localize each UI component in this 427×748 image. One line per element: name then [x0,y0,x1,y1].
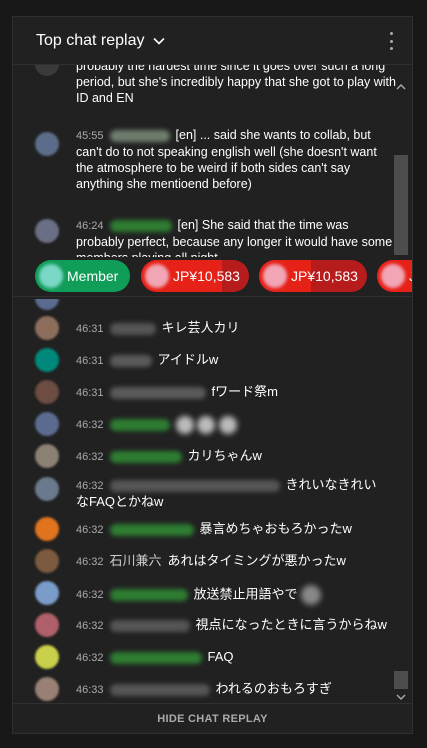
timestamp: 46:33 [76,684,104,696]
avatar [35,645,59,669]
avatar [145,264,169,288]
blurred-author [109,386,206,399]
ticker-member-chip[interactable]: Member [35,260,130,292]
chip-label: Member [67,268,119,284]
timestamp: 46:32 [76,556,104,568]
avatar [35,316,59,340]
blurred-author [109,589,188,601]
avatar [35,549,59,573]
timestamp: 46:32 [76,652,104,664]
timestamp: 46:24 [76,220,104,232]
blurred-author [109,129,170,142]
timestamp: 46:32 [76,589,104,602]
avatar [35,444,59,468]
chat-mode-title[interactable]: Top chat replay [36,32,145,50]
message-text: 視点になったときに言うからねw [195,617,387,632]
avatar [35,581,59,605]
avatar [35,477,59,501]
emoji-icon [175,416,194,434]
chat-message-list: 46:31 キレ芸人カリ 46:31 アイドルw 46:31 fワード祭m 46:32… [13,299,412,705]
timestamp: 46:32 [76,419,104,432]
ticker-paid-chip[interactable]: JP¥10,583 [141,260,249,292]
timestamp: 46:32 [76,524,104,536]
avatar [35,299,59,310]
chip-label: J [409,268,412,284]
timestamp: 46:32 [76,480,104,492]
blurred-author [109,651,202,664]
avatar [35,348,59,372]
message-text: キレ芸人カリ [161,320,240,335]
blurred-author [109,354,152,367]
avatar [35,412,59,436]
avatar [35,132,59,156]
blurred-author [109,523,194,536]
blurred-author [109,219,172,232]
more-vert-icon[interactable] [388,32,394,50]
blurred-author [109,322,156,335]
emoji-icon [197,416,216,434]
message-text: われるのおもろすぎ [215,681,332,696]
message-body: 45:55 [en] ... said she wants to collab, … [76,127,397,192]
chat-footer: HIDE CHAT REPLAY [13,703,412,733]
ticker-paid-chip[interactable]: JP¥10,583 [259,260,367,292]
blurred-author [109,619,190,632]
message-text: probably the hardest time since it goes … [76,65,396,105]
timestamp: 46:32 [76,620,104,632]
timestamp: 46:31 [76,387,104,399]
blurred-author [109,683,210,696]
blurred-author [109,419,170,431]
blurred-author [109,450,182,463]
ticker-paid-chip[interactable]: J [377,260,412,292]
message-text: 放送禁止用語やで [193,586,298,602]
scrollbar-thumb[interactable] [394,671,408,689]
emoji-icon [218,416,237,434]
message-text: カリちゃんw [187,448,262,463]
chip-label: JP¥10,583 [173,268,240,284]
scroll-down-icon[interactable] [394,691,408,703]
avatar [35,517,59,541]
chevron-down-icon[interactable] [152,34,166,48]
chat-header: Top chat replay [13,17,412,65]
author-name: 石川兼六 [109,553,162,568]
avatar [263,264,287,288]
blurred-author [109,479,280,492]
emoji-icon [301,585,322,605]
timestamp: 45:55 [76,130,104,142]
avatar [381,264,405,288]
timestamp: 46:31 [76,323,104,335]
avatar [35,677,59,701]
superchat-ticker: Member JP¥10,583 JP¥10,583 J [13,257,412,297]
timestamp: 46:31 [76,355,104,367]
message-text: fワード祭m [211,384,278,399]
upper-message-list: probably the hardest time since it goes … [13,65,412,275]
avatar [35,219,59,243]
hide-chat-replay-button[interactable]: HIDE CHAT REPLAY [157,713,268,725]
message-text: あれはタイミングが悪かったw [167,553,346,568]
chat-replay-panel: Top chat replay probably the hardest tim… [12,16,413,734]
message-text: FAQ [207,649,234,664]
message-text: 暴言めちゃおもろかったw [199,521,352,536]
scrollbar-thumb[interactable] [394,155,408,255]
message-text: アイドルw [157,352,219,367]
avatar [35,65,59,76]
avatar [35,613,59,637]
timestamp: 46:32 [76,451,104,463]
avatar [35,380,59,404]
avatar [39,264,63,288]
chip-label: JP¥10,583 [291,268,358,284]
scroll-up-icon[interactable] [394,81,408,93]
